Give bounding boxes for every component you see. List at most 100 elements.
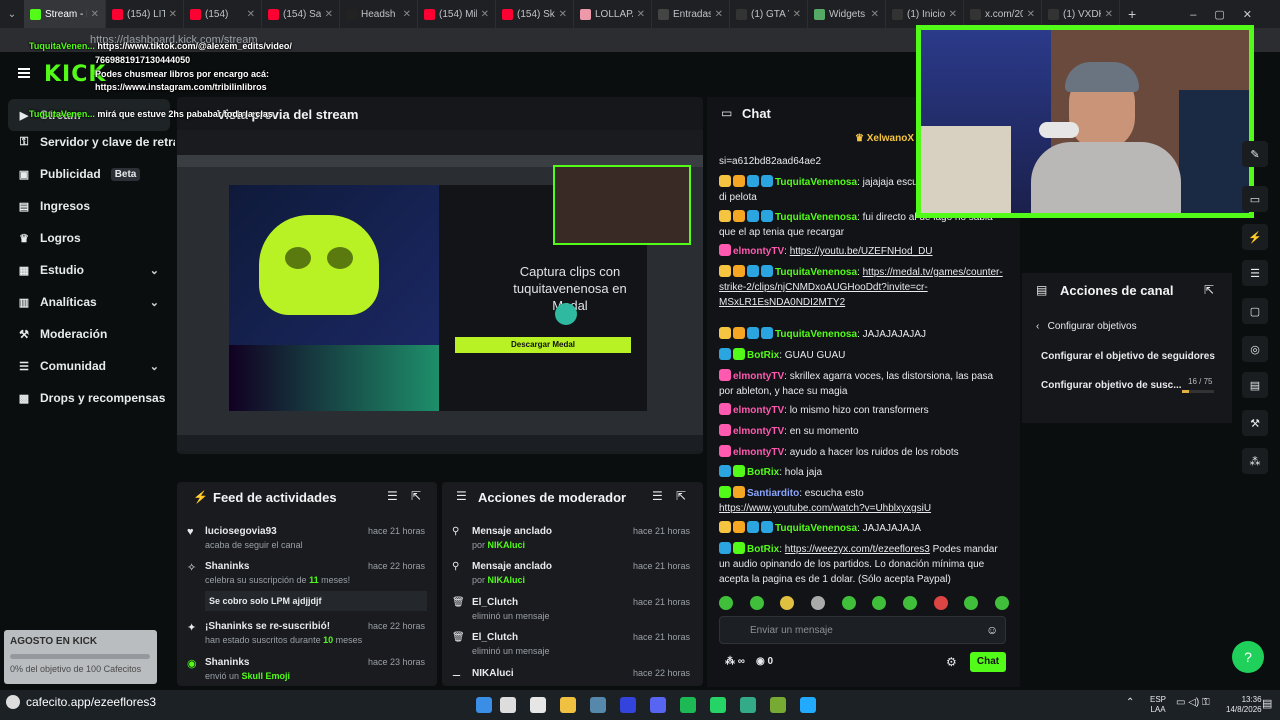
chat-username[interactable]: elmontyTV	[733, 405, 784, 416]
tab-close-icon[interactable]: ✕	[1105, 9, 1113, 20]
share-icon[interactable]: ⁂	[1242, 448, 1268, 474]
telegram-icon[interactable]	[800, 697, 816, 713]
wrench-icon[interactable]: ⚒	[1242, 410, 1268, 436]
tab-close-icon[interactable]: ✕	[793, 9, 801, 20]
tab-close-icon[interactable]: ✕	[871, 9, 879, 20]
popout-icon[interactable]: ⇱	[676, 489, 686, 503]
browser-tab[interactable]: LOLLAPALO ✕	[574, 0, 652, 28]
tab-close-icon[interactable]: ✕	[403, 9, 411, 20]
chat-username[interactable]: Santiardito	[747, 488, 799, 499]
language-indicator[interactable]: ESP LAA	[1150, 695, 1166, 715]
tab-close-icon[interactable]: ✕	[1027, 9, 1035, 20]
tray-icons[interactable]: ⌃	[1126, 697, 1134, 708]
chat-username[interactable]: TuquitaVenenosa	[775, 212, 857, 223]
sidebar-item-chart[interactable]: ▥ Analíticas ⌄	[0, 286, 175, 318]
sidebar-item-gift[interactable]: ▩ Drops y recompensas	[0, 382, 175, 414]
chat-username[interactable]: TuquitaVenenosa	[775, 329, 857, 340]
whatsapp-icon[interactable]	[710, 697, 726, 713]
chat-username[interactable]: TuquitaVenenosa	[775, 177, 857, 188]
explorer-icon[interactable]	[530, 697, 546, 713]
chevron-down-icon[interactable]: ⌄	[150, 296, 159, 309]
browser-tab[interactable]: (154) Salva ✕	[262, 0, 340, 28]
tab-close-icon[interactable]: ✕	[247, 9, 255, 20]
browser-tab[interactable]: (1) Inicio / ✕	[886, 0, 964, 28]
chat-link[interactable]: https://weezyx.com/t/ezeeflores3	[785, 544, 930, 555]
chat-username[interactable]: TuquitaVenenosa	[775, 523, 857, 534]
followers-goal-item[interactable]: Configurar el objetivo de seguidores	[1041, 351, 1215, 362]
browser-tab[interactable]: (154) LIT k ✕	[106, 0, 184, 28]
browser-tab[interactable]: Headsh ✕	[340, 0, 418, 28]
browser-tab[interactable]: (154) Skrill ✕	[496, 0, 574, 28]
browser-icon[interactable]	[590, 697, 606, 713]
new-tab-button[interactable]: +	[1128, 6, 1136, 22]
list-icon[interactable]: ☰	[1242, 260, 1268, 286]
chevron-down-icon[interactable]: ⌄	[150, 360, 159, 373]
discord-icon[interactable]	[650, 697, 666, 713]
windows-start-icon[interactable]	[476, 697, 492, 713]
browser-tab[interactable]: Stream - Ki ✕	[24, 0, 106, 28]
tab-close-icon[interactable]: ✕	[91, 9, 99, 20]
chat-username[interactable]: elmontyTV	[733, 426, 784, 437]
back-to-goals[interactable]: ‹ Configurar objetivos	[1036, 321, 1137, 332]
popout-icon[interactable]: ⇱	[411, 489, 421, 503]
premiere-icon[interactable]	[770, 697, 786, 713]
steam-icon[interactable]	[620, 697, 636, 713]
tab-close-icon[interactable]: ✕	[169, 9, 177, 20]
tab-close-icon[interactable]: ✕	[481, 9, 489, 20]
taskbar-clock[interactable]: 13:36 14/8/2026	[1226, 695, 1262, 715]
browser-tab[interactable]: (154) Miley ✕	[418, 0, 496, 28]
tray-status-icons[interactable]: ▭ ◁) ⚿	[1176, 697, 1210, 708]
help-button[interactable]: ?	[1232, 641, 1264, 673]
layout-icon[interactable]: ▭	[1242, 186, 1268, 212]
sidebar-item-community[interactable]: ☰ Comunidad ⌄	[0, 350, 175, 382]
files-icon[interactable]	[560, 697, 576, 713]
tab-close-icon[interactable]: ✕	[559, 9, 567, 20]
sidebar-item-studio[interactable]: ▦ Estudio ⌄	[0, 254, 175, 286]
browser-tab[interactable]: (154) ✕	[184, 0, 262, 28]
chat-username[interactable]: elmontyTV	[733, 246, 784, 257]
tab-list-dropdown[interactable]: ⌄	[0, 9, 24, 20]
sidebar-item-hammer[interactable]: ⚒ Moderación	[0, 318, 175, 350]
download-medal-button[interactable]: Descargar Medal	[455, 337, 631, 353]
chat-link[interactable]: https://www.youtube.com/watch?v=Uhblxyxg…	[719, 503, 931, 514]
edit-icon[interactable]: ✎	[1242, 141, 1268, 167]
stack-icon[interactable]: ▤	[1242, 372, 1268, 398]
browser-tab[interactable]: Entradas 2 ✕	[652, 0, 730, 28]
search-icon[interactable]	[500, 697, 516, 713]
chat-username[interactable]: elmontyTV	[733, 371, 784, 382]
pinned-bar[interactable]: ♛ XelwanoX	[855, 133, 914, 144]
chat-username[interactable]: BotRix	[747, 350, 779, 361]
chevron-down-icon[interactable]: ⌄	[150, 264, 159, 277]
chat-input[interactable]: Enviar un mensaje ☺	[719, 616, 1006, 644]
chat-username[interactable]: elmontyTV	[733, 447, 784, 458]
comment-icon[interactable]: ▢	[1242, 298, 1268, 324]
chat-link[interactable]: https://youtu.be/UZEFNHod_DU	[790, 246, 933, 257]
tab-close-icon[interactable]: ✕	[325, 9, 333, 20]
emoji-icon[interactable]: ☺	[986, 623, 998, 637]
filter-icon[interactable]: ☰	[652, 489, 663, 503]
chat-username[interactable]: TuquitaVenenosa	[775, 267, 857, 278]
spotify-icon[interactable]	[680, 697, 696, 713]
tab-close-icon[interactable]: ✕	[637, 9, 645, 20]
menu-icon[interactable]	[18, 68, 30, 78]
tab-close-icon[interactable]: ✕	[715, 9, 723, 20]
subs-goal-item[interactable]: Configurar objetivo de susc...	[1041, 380, 1182, 391]
signal-icon[interactable]: ◎	[1242, 336, 1268, 362]
sidebar-item-ad[interactable]: ▣ Publicidad Beta	[0, 158, 175, 190]
window-controls[interactable]: –▢✕	[1190, 8, 1270, 21]
sidebar-item-revenue[interactable]: ▤ Ingresos	[0, 190, 175, 222]
browser-tab[interactable]: x.com/202 ✕	[964, 0, 1042, 28]
stream-video[interactable]: Captura clips con tuquitavenenosa en Med…	[177, 155, 703, 451]
popout-icon[interactable]: ⇱	[1204, 283, 1214, 297]
bolt-icon[interactable]: ⚡	[1242, 224, 1268, 250]
sidebar-item-key[interactable]: ⚿ Servidor y clave de retransmisión	[0, 126, 175, 158]
browser-tab[interactable]: Widgets | E ✕	[808, 0, 886, 28]
tab-close-icon[interactable]: ✕	[949, 9, 957, 20]
notification-icon[interactable]: ▤	[1262, 697, 1272, 710]
edge-icon[interactable]	[740, 697, 756, 713]
browser-tab[interactable]: (1) GTA VI ✕	[730, 0, 808, 28]
sidebar-item-trophy[interactable]: ♛ Logros	[0, 222, 175, 254]
chat-send-button[interactable]: Chat	[970, 652, 1006, 672]
filter-icon[interactable]: ☰	[387, 489, 398, 503]
chat-username[interactable]: BotRix	[747, 544, 779, 555]
